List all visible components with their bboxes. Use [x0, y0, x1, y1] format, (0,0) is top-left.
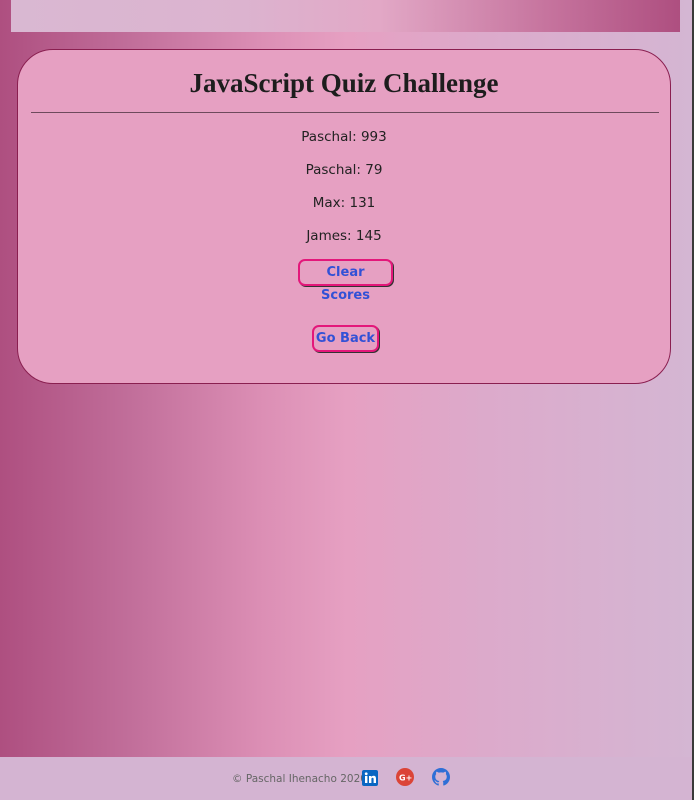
title-divider	[31, 112, 659, 113]
top-banner	[11, 0, 680, 32]
linkedin-icon[interactable]	[362, 770, 380, 788]
score-item: James: 145	[306, 228, 382, 244]
score-item: Paschal: 993	[301, 129, 387, 145]
google-plus-icon[interactable]: G+	[396, 768, 414, 786]
footer: © Paschal Ihenacho 2020 G+	[0, 757, 692, 800]
copyright-text: © Paschal Ihenacho 2020	[232, 773, 367, 785]
clear-scores-button[interactable]: Clear Scores	[298, 259, 393, 303]
score-item: Paschal: 79	[305, 162, 383, 178]
svg-text:G+: G+	[399, 774, 412, 783]
github-icon[interactable]	[432, 768, 450, 786]
go-back-button[interactable]: Go Back	[312, 325, 379, 352]
score-item: Max: 131	[312, 195, 376, 211]
quiz-card: JavaScript Quiz Challenge Paschal: 993 P…	[17, 49, 671, 384]
page-title: JavaScript Quiz Challenge	[189, 68, 499, 98]
